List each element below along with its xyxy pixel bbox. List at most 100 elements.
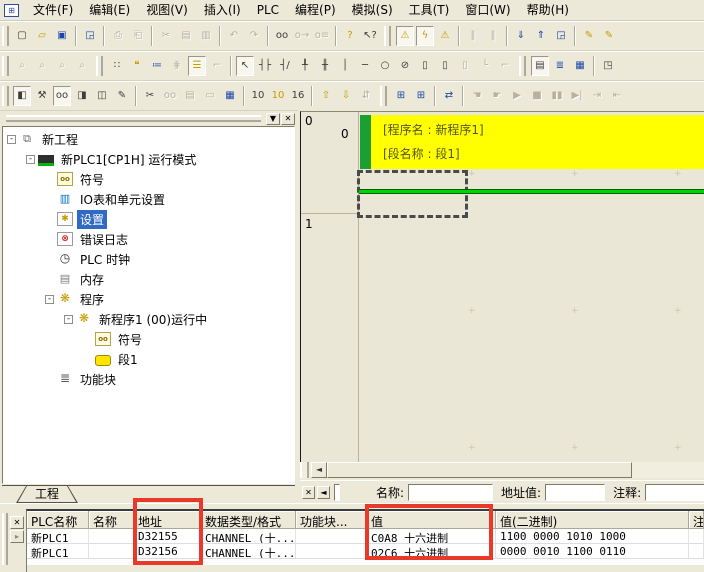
tree-item-clock[interactable]: PLC 时钟	[3, 249, 294, 269]
tree-item-section[interactable]: 段1	[3, 349, 294, 369]
sim-window-icon[interactable]: ⊞	[412, 86, 430, 106]
sim-online-icon[interactable]: ⊞	[392, 86, 410, 106]
watch-expand-icon[interactable]: ▸	[10, 530, 24, 543]
close-icon[interactable]: ✕	[281, 113, 295, 125]
online-edit-send-icon[interactable]: ✎	[600, 26, 618, 46]
comment-input[interactable]	[645, 484, 704, 501]
tree-item-program-running[interactable]: -新程序1 (00)运行中	[3, 309, 294, 329]
tree-item-funcblock[interactable]: 功能块	[3, 369, 294, 389]
watch-cell-binary[interactable]: 0000 0010 1100 0110	[496, 544, 689, 559]
find-icon[interactable]: oo	[273, 26, 291, 46]
new-closed-vertical-or-icon[interactable]: ╫	[316, 56, 334, 76]
context-help-icon[interactable]: ↖?	[361, 26, 379, 46]
watch-cell-name[interactable]	[89, 544, 134, 559]
transfer-from-plc-icon[interactable]: ⇑	[532, 26, 550, 46]
watch-column-header[interactable]: PLC名称	[27, 511, 89, 529]
watch-cell-type[interactable]: CHANNEL (十...	[201, 529, 296, 544]
transfer-to-plc-icon[interactable]: ⇓	[512, 26, 530, 46]
quickbar-close-icon[interactable]: ✕	[302, 486, 315, 499]
horizontal-line-icon[interactable]: ─	[356, 56, 374, 76]
tree-item-memory[interactable]: 内存	[3, 269, 294, 289]
toolbar-grip[interactable]	[2, 26, 9, 46]
sim-transfer-icon[interactable]: ⇄	[440, 86, 458, 106]
toolbar-grip[interactable]	[96, 56, 103, 76]
new-instruction-icon[interactable]: ▯	[416, 56, 434, 76]
open-file-icon[interactable]: ▱	[33, 26, 51, 46]
data-grid-icon[interactable]: ▦	[571, 56, 589, 76]
new-instruction-set-icon[interactable]: ▯	[436, 56, 454, 76]
tree-item-settings[interactable]: 设置	[3, 209, 294, 229]
comment-icon[interactable]: ❝	[128, 56, 146, 76]
watch-grip[interactable]	[2, 513, 8, 565]
watch-column-header[interactable]: 值(二进制)	[496, 511, 689, 529]
online-edit-icon[interactable]: ✎	[580, 26, 598, 46]
section-view-icon[interactable]: ▤	[531, 56, 549, 76]
tree-item-errorlog[interactable]: 错误日志	[3, 229, 294, 249]
new-closed-coil-icon[interactable]: ⊘	[396, 56, 414, 76]
force-on-icon[interactable]: ⇧	[317, 86, 335, 106]
scrollbar-thumb[interactable]	[327, 462, 632, 478]
window-edit-icon[interactable]: ◳	[599, 56, 617, 76]
tree-item-project[interactable]: -新工程	[3, 129, 294, 149]
watch-cell-binary[interactable]: 1100 0000 1010 1000	[496, 529, 689, 544]
watch-cell-name[interactable]	[89, 529, 134, 544]
watch-window-icon[interactable]: oo	[53, 86, 71, 106]
toolbar-grip[interactable]	[384, 26, 391, 46]
watch-cell-fb[interactable]	[296, 529, 367, 544]
watch-cell-comment[interactable]	[689, 529, 704, 544]
dropdown-icon[interactable]: ▼	[266, 113, 280, 125]
monitor-hex-icon[interactable]: 16	[289, 86, 307, 106]
save-icon[interactable]: ▣	[53, 26, 71, 46]
watch-cell-comment[interactable]	[689, 544, 704, 559]
workspace-grip[interactable]	[6, 115, 261, 122]
output-window-icon[interactable]: ⚒	[33, 86, 51, 106]
watch-cell-plc[interactable]: 新PLC1	[27, 529, 89, 544]
mnemonics-view-icon[interactable]: ≣	[551, 56, 569, 76]
tree-item-iotable[interactable]: IO表和单元设置	[3, 189, 294, 209]
toolbar-grip[interactable]	[2, 86, 9, 106]
tree-item-plc[interactable]: -新PLC1[CP1H] 运行模式	[3, 149, 294, 169]
file-compare-icon[interactable]: ◲	[81, 26, 99, 46]
menu-simulation[interactable]: 模拟(S)	[344, 1, 401, 20]
tree-item-symbols[interactable]: 符号	[3, 169, 294, 189]
menu-program[interactable]: 编程(P)	[287, 1, 344, 20]
watch-column-header[interactable]: 功能块...	[296, 511, 367, 529]
menu-tools[interactable]: 工具(T)	[401, 1, 458, 20]
scrollbar-grip[interactable]	[300, 462, 309, 478]
new-coil-icon[interactable]: ○	[376, 56, 394, 76]
rung-wrap-icon[interactable]: ☰	[188, 56, 206, 76]
expand-toggle[interactable]: -	[45, 295, 54, 304]
differential-monitor-icon[interactable]: ⚠	[436, 26, 454, 46]
help-icon[interactable]: ?	[341, 26, 359, 46]
io-table-icon[interactable]: ▦	[221, 86, 239, 106]
menu-view[interactable]: 视图(V)	[138, 1, 196, 20]
expand-toggle[interactable]: -	[7, 135, 16, 144]
expand-toggle[interactable]: -	[26, 155, 35, 164]
watch-cell-type[interactable]: CHANNEL (十...	[201, 544, 296, 559]
rung-number-1[interactable]: 1	[305, 217, 313, 231]
watch-close-icon[interactable]: ✕	[10, 516, 24, 529]
selected-cell-marquee[interactable]	[357, 170, 468, 218]
new-closed-contact-icon[interactable]: ┤/	[276, 56, 294, 76]
new-file-icon[interactable]: ▢	[13, 26, 31, 46]
tab-project[interactable]: 工程	[16, 486, 78, 503]
menu-plc[interactable]: PLC	[249, 1, 287, 20]
address-value-input[interactable]	[545, 484, 605, 501]
monitor-icon[interactable]: ϟ	[416, 26, 434, 46]
name-input[interactable]	[408, 484, 493, 501]
monitor-decimal-icon[interactable]: 10	[249, 86, 267, 106]
cross-reference-icon[interactable]: ◨	[73, 86, 91, 106]
toolbar-grip[interactable]	[519, 56, 526, 76]
menu-window[interactable]: 窗口(W)	[457, 1, 518, 20]
menu-edit[interactable]: 编辑(E)	[81, 1, 138, 20]
new-contact-icon[interactable]: ┤├	[256, 56, 274, 76]
tree-item-program[interactable]: -程序	[3, 289, 294, 309]
edit-symbols-icon[interactable]: ✂	[141, 86, 159, 106]
rung-annotation-icon[interactable]: ≔	[148, 56, 166, 76]
watch-column-header[interactable]: 名称	[89, 511, 134, 529]
watch-cell-plc[interactable]: 新PLC1	[27, 544, 89, 559]
toolbar-grip[interactable]	[2, 56, 9, 76]
tree-item-symbols[interactable]: 符号	[3, 329, 294, 349]
address-reference-icon[interactable]: ◫	[93, 86, 111, 106]
menu-help[interactable]: 帮助(H)	[519, 1, 577, 20]
